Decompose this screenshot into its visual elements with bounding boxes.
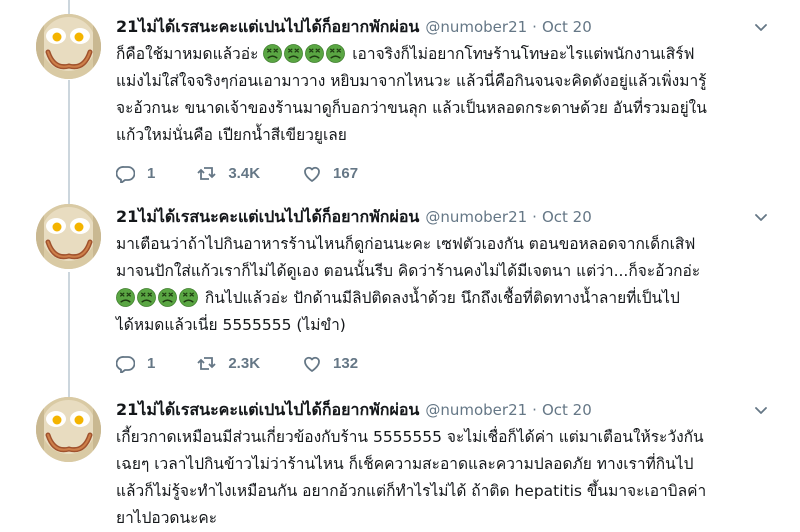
tweet-date[interactable]: Oct 20 [542,208,592,226]
tweet-text-line: มาจนปักใส่แก้วเราก็ไม่ได้ดูเอง ตอนนั้นรี… [116,258,780,285]
user-handle[interactable]: @numober21 [425,18,527,36]
thread-line [68,272,70,397]
chevron-down-icon[interactable] [752,18,770,36]
heart-icon[interactable] [302,164,321,183]
tweet-text-segment: เอาจริงก็ไม่อยากโทษร้านโทษอะไรแต่พนักงาน… [347,45,695,63]
separator-dot: · [532,18,537,36]
tweet-header: 21ไม่ได้เรสนะคะแต่เปนไปได้ก็อยากพักผ่อน @… [116,14,780,40]
display-name[interactable]: 21ไม่ได้เรสนะคะแต่เปนไปได้ก็อยากพักผ่อน [116,205,419,230]
reply-icon[interactable] [116,354,135,373]
nauseated-face-emoji-icon [263,44,282,63]
tweet-text-segment: เฉยๆ เวลาไปกินข้าวไม่ว่าร้านไหน ก็เช็คคว… [116,455,694,473]
avatar[interactable] [36,14,101,79]
user-handle[interactable]: @numober21 [425,401,527,419]
tweet-text-segment: แม่งไม่ใส่ใจจริงๆก่อนเอามาวาง หยิบมาจากไ… [116,72,707,90]
tweet-text: ก็คือใช้มาหมดแล้วอ่ะ เอาจริงก็ไม่อยากโทษ… [116,41,780,149]
separator-dot: · [532,401,537,419]
heart-icon[interactable] [302,354,321,373]
tweet-text-line: มาเตือนว่าถ้าไปกินอาหารร้านไหนก็ดูก่อนนะ… [116,231,780,258]
tweet-text-segment: จะอ้วกนะ ขนาดเจ้าของร้านมาดูก็บอกว่าขนลุ… [116,99,707,117]
nauseated-face-emoji-icon [116,288,135,307]
tweet-date[interactable]: Oct 20 [542,401,592,419]
tweet-text-line: จะอ้วกนะ ขนาดเจ้าของร้านมาดูก็บอกว่าขนลุ… [116,95,780,122]
reply-count: 1 [147,164,156,182]
tweet-text-segment: ได้หมดแล้วเนี่ย 5555555 (ไม่ขำ) [116,316,346,334]
tweet-text-line: ได้หมดแล้วเนี่ย 5555555 (ไม่ขำ) [116,312,780,339]
tweet-text-segment: แล้วก็ไม่รู้จะทำไงเหมือนกัน อยากอ้วกแต่ก… [116,482,707,500]
thread-line [68,80,70,204]
tweet-text-segment: ก็คือใช้มาหมดแล้วอ่ะ [116,45,264,63]
reply-button[interactable]: 1 [116,164,155,183]
retweet-count: 3.4K [228,164,261,182]
like-button[interactable]: 132 [302,354,358,373]
tweet-content: 21ไม่ได้เรสนะคะแต่เปนไปได้ก็อยากพักผ่อน @… [116,397,780,532]
tweet-text-segment: แก้วใหม่นั่นคือ เปียกน้ำสีเขียวยูเลย [116,126,347,144]
tweet-content: 21ไม่ได้เรสนะคะแต่เปนไปได้ก็อยากพักผ่อน @… [116,14,780,185]
tweet-text: มาเตือนว่าถ้าไปกินอาหารร้านไหนก็ดูก่อนนะ… [116,231,780,339]
retweet-button[interactable]: 3.4K [197,164,260,183]
nauseated-face-emoji-icon [284,44,303,63]
tweet-text-segment: กินไปแล้วอ่ะ ปักด้านมีลิปติดลงน้ำด้วย นึ… [200,289,680,307]
nauseated-face-emoji-icon [179,288,198,307]
nauseated-face-emoji-icon [305,44,324,63]
reply-button[interactable]: 1 [116,354,155,373]
tweet-text-line: ยาไปอวดนะคะ [116,505,780,532]
separator-dot: · [532,208,537,226]
tweet-text-line: ก็คือใช้มาหมดแล้วอ่ะ เอาจริงก็ไม่อยากโทษ… [116,41,780,68]
tweet-date[interactable]: Oct 20 [542,18,592,36]
tweet-text-line: เฉยๆ เวลาไปกินข้าวไม่ว่าร้านไหน ก็เช็คคว… [116,451,780,478]
chevron-down-icon[interactable] [752,401,770,419]
thread-line [68,0,70,14]
tweet-actions: 1 3.4K 167 [116,161,780,185]
reply-icon[interactable] [116,164,135,183]
nauseated-face-emoji-icon [326,44,345,63]
avatar[interactable] [36,397,101,462]
nauseated-face-emoji-icon [137,288,156,307]
tweet-header: 21ไม่ได้เรสนะคะแต่เปนไปได้ก็อยากพักผ่อน @… [116,204,780,230]
tweet-text-segment: เกี้ยวกาดเหมือนมีส่วนเกี่ยวข้องกับร้าน 5… [116,428,704,446]
tweet-content: 21ไม่ได้เรสนะคะแต่เปนไปได้ก็อยากพักผ่อน @… [116,204,780,375]
reply-count: 1 [147,354,156,372]
tweet-text-line: เกี้ยวกาดเหมือนมีส่วนเกี่ยวข้องกับร้าน 5… [116,424,780,451]
tweet-text-segment: มาจนปักใส่แก้วเราก็ไม่ได้ดูเอง ตอนนั้นรี… [116,262,701,280]
chevron-down-icon[interactable] [752,208,770,226]
tweet-text-line: แม่งไม่ใส่ใจจริงๆก่อนเอามาวาง หยิบมาจากไ… [116,68,780,95]
tweet-text-segment: ยาไปอวดนะคะ [116,509,218,527]
tweet-text-line: แก้วใหม่นั่นคือ เปียกน้ำสีเขียวยูเลย [116,122,780,149]
display-name[interactable]: 21ไม่ได้เรสนะคะแต่เปนไปได้ก็อยากพักผ่อน [116,15,419,40]
tweet-text-line: กินไปแล้วอ่ะ ปักด้านมีลิปติดลงน้ำด้วย นึ… [116,285,780,312]
like-button[interactable]: 167 [302,164,358,183]
tweet-text-segment: มาเตือนว่าถ้าไปกินอาหารร้านไหนก็ดูก่อนนะ… [116,235,696,253]
display-name[interactable]: 21ไม่ได้เรสนะคะแต่เปนไปได้ก็อยากพักผ่อน [116,398,419,423]
retweet-count: 2.3K [228,354,261,372]
retweet-icon[interactable] [197,354,216,373]
tweet-actions: 1 2.3K 132 [116,351,780,375]
tweet-header: 21ไม่ได้เรสนะคะแต่เปนไปได้ก็อยากพักผ่อน @… [116,397,780,423]
like-count: 132 [333,354,359,372]
user-handle[interactable]: @numober21 [425,208,527,226]
avatar[interactable] [36,204,101,269]
retweet-icon[interactable] [197,164,216,183]
tweet-text: เกี้ยวกาดเหมือนมีส่วนเกี่ยวข้องกับร้าน 5… [116,424,780,532]
retweet-button[interactable]: 2.3K [197,354,260,373]
like-count: 167 [333,164,359,182]
nauseated-face-emoji-icon [158,288,177,307]
tweet-text-line: แล้วก็ไม่รู้จะทำไงเหมือนกัน อยากอ้วกแต่ก… [116,478,780,505]
